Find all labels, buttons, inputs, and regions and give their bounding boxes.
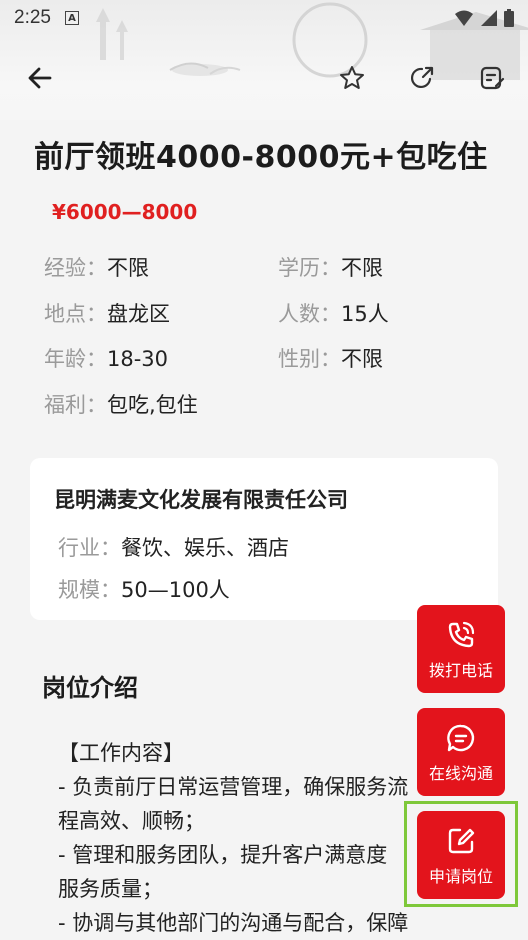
desc-line: - 协调与其他部门的沟通与配合，保障 bbox=[58, 911, 409, 935]
apply-highlight-box bbox=[404, 801, 518, 907]
info-value: 盘龙区 bbox=[107, 302, 170, 326]
call-button[interactable]: 拨打电话 bbox=[417, 605, 505, 693]
status-time: 2:25 bbox=[14, 7, 51, 28]
info-value: 包吃,包住 bbox=[107, 393, 198, 417]
share-button[interactable] bbox=[404, 60, 440, 96]
salary-range: ¥6000—8000 bbox=[52, 200, 198, 224]
info-age: 年龄：18-30 bbox=[44, 343, 168, 373]
info-education: 学历：不限 bbox=[278, 252, 383, 282]
info-value: 不限 bbox=[341, 347, 383, 371]
company-scale: 规模：50—100人 bbox=[58, 574, 230, 604]
info-label: 年龄： bbox=[44, 347, 107, 371]
star-icon bbox=[340, 66, 364, 89]
call-label: 拨打电话 bbox=[428, 661, 493, 680]
battery-icon bbox=[504, 9, 514, 27]
info-label: 学历： bbox=[278, 256, 341, 280]
company-card[interactable]: 昆明满麦文化发展有限责任公司 行业：餐饮、娱乐、酒店 规模：50—100人 bbox=[30, 458, 498, 620]
chat-label: 在线沟通 bbox=[428, 764, 493, 783]
info-label: 人数： bbox=[278, 302, 341, 326]
info-value: 不限 bbox=[107, 256, 149, 280]
wifi-icon bbox=[455, 10, 473, 26]
job-title: 前厅领班4000-8000元+包吃住 bbox=[34, 140, 488, 175]
company-name: 昆明满麦文化发展有限责任公司 bbox=[54, 488, 348, 512]
scale-value: 50—100人 bbox=[121, 578, 230, 602]
signal-icon bbox=[481, 10, 497, 26]
info-benefits: 福利：包吃,包住 bbox=[44, 389, 198, 419]
info-value: 15人 bbox=[341, 302, 389, 326]
info-label: 地点： bbox=[44, 302, 107, 326]
chat-button[interactable]: 在线沟通 bbox=[417, 708, 505, 796]
industry-value: 餐饮、娱乐、酒店 bbox=[121, 536, 289, 560]
phone-icon bbox=[448, 621, 475, 648]
scale-label: 规模： bbox=[58, 578, 121, 602]
back-button[interactable] bbox=[22, 60, 58, 96]
info-label: 性别： bbox=[278, 347, 341, 371]
info-location: 地点：盘龙区 bbox=[44, 298, 170, 328]
share-icon bbox=[410, 66, 434, 89]
notification-icon: A bbox=[64, 11, 79, 25]
company-industry: 行业：餐饮、娱乐、酒店 bbox=[58, 532, 289, 562]
info-gender: 性别：不限 bbox=[278, 343, 383, 373]
section-title: 岗位介绍 bbox=[42, 674, 138, 702]
info-label: 福利： bbox=[44, 393, 107, 417]
top-toolbar bbox=[0, 56, 528, 100]
arrow-left-icon bbox=[28, 67, 52, 89]
favorite-button[interactable] bbox=[334, 60, 370, 96]
chat-bubble-icon bbox=[447, 724, 475, 752]
report-button[interactable] bbox=[474, 60, 510, 96]
industry-label: 行业： bbox=[58, 536, 121, 560]
info-value: 不限 bbox=[341, 256, 383, 280]
info-label: 经验： bbox=[44, 256, 107, 280]
status-bar: 2:25 A bbox=[0, 0, 528, 36]
edit-note-icon bbox=[480, 66, 505, 90]
info-headcount: 人数：15人 bbox=[278, 298, 389, 328]
info-value: 18-30 bbox=[107, 347, 169, 371]
info-experience: 经验：不限 bbox=[44, 252, 149, 282]
